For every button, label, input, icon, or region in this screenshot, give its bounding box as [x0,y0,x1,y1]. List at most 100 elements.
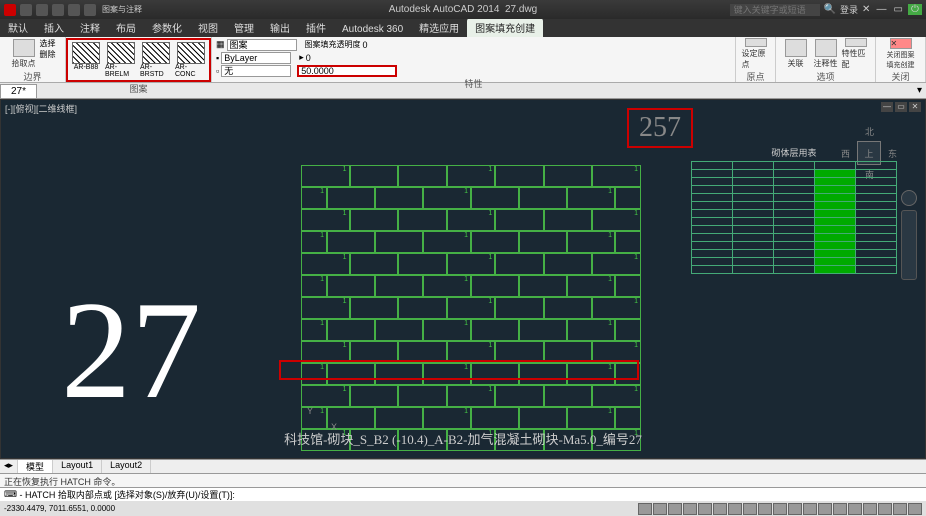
layout-tab[interactable]: 模型 [18,460,53,473]
layout-tab[interactable]: Layout1 [53,460,102,473]
grid-toggle[interactable] [653,503,667,515]
close-icon: ✕ [890,38,912,49]
viewport-window-controls: — ▭ ✕ [881,102,921,112]
panel-title-boundary: 边界 [23,70,41,84]
anno-auto-toggle[interactable] [833,503,847,515]
command-line[interactable]: ⌨ - HATCH 拾取内部点或 [选择对象(S)/放弃(U)/设置(T)]: [0,487,926,501]
ribbon-tab[interactable]: 插件 [298,18,334,37]
nav-wheel-icon[interactable] [901,190,917,206]
transparency-value: 0 [363,40,368,50]
annotative-button[interactable]: 注释性 [812,38,840,70]
pattern-type-dropdown[interactable]: 图案 [227,39,297,51]
sc-toggle[interactable] [803,503,817,515]
ducs-toggle[interactable] [728,503,742,515]
title-bar: 图案与注释 Autodesk AutoCAD 2014 27.dwg 🔍 登录 … [0,0,926,19]
maximize-button[interactable]: ▭ [891,4,905,15]
hatch-scale-input[interactable]: 50.0000 [297,65,397,77]
viewport-label[interactable]: [-][俯视][二维线框] [5,102,77,115]
qat-new-icon[interactable] [20,4,32,16]
ribbon-tab[interactable]: 图案填充创建 [467,18,543,37]
panel-title-close: 关闭 [891,70,909,84]
workspace-label[interactable]: 图案与注释 [100,4,144,16]
status-bar: -2330.4479, 7011.6551, 0.0000 [0,501,926,516]
command-icon: ⌨ [4,489,17,500]
qat-open-icon[interactable] [36,4,48,16]
angle-value[interactable]: 0 [306,53,311,63]
set-origin-button[interactable]: 设定原点 [742,38,770,70]
ucs-y-label: Y [307,406,313,416]
match-props-button[interactable]: 特性匹配 [842,38,870,70]
ribbon-tab[interactable]: 精选应用 [411,18,467,37]
isolate-toggle[interactable] [893,503,907,515]
select-button[interactable]: 选择 [40,38,56,49]
app-menu-icon[interactable] [4,4,16,16]
ortho-toggle[interactable] [668,503,682,515]
ribbon: 拾取点 选择 删除 边界 AR-B88AR-BRELMAR-BRSTDAR-CO… [0,37,926,83]
lwt-toggle[interactable] [758,503,772,515]
clean-toggle[interactable] [908,503,922,515]
otrack-toggle[interactable] [713,503,727,515]
bg-color-dropdown[interactable]: 无 [221,65,291,77]
ribbon-tab[interactable]: 输出 [262,18,298,37]
workspace-toggle[interactable] [848,503,862,515]
panel-title-pattern: 图案 [129,82,147,96]
help-search-input[interactable] [730,4,820,16]
pick-points-button[interactable]: 拾取点 [10,38,38,70]
assoc-icon [785,39,807,57]
ribbon-tab[interactable]: 视图 [190,18,226,37]
qat-redo-icon[interactable] [84,4,96,16]
exchange-icon[interactable]: ✕ [862,4,870,15]
ribbon-tab[interactable]: 布局 [108,18,144,37]
search-icon[interactable]: 🔍 [824,4,836,15]
file-tab-dropdown[interactable]: ▾ [917,85,922,96]
minimize-button[interactable]: — [874,4,888,15]
command-history: 正在恢复执行 HATCH 命令。 [0,473,926,487]
associative-button[interactable]: 关联 [782,38,810,70]
qat-undo-icon[interactable] [68,4,80,16]
close-hatch-button[interactable]: ✕ 关闭图案填充创建 [887,38,915,70]
hatch-pattern-gallery[interactable]: AR-B88AR-BRELMAR-BRSTDAR-CONC [66,38,211,82]
ribbon-tab[interactable]: Autodesk 360 [334,22,411,37]
ribbon-tab[interactable]: 插入 [36,18,72,37]
drawing-caption: 科技馆-砌块_S_B2 (-10.4)_A-B2-加气混凝土砌块-Ma5.0_编… [284,429,642,448]
qat-save-icon[interactable] [52,4,64,16]
ribbon-tab[interactable]: 默认 [0,18,36,37]
ribbon-tab[interactable]: 管理 [226,18,262,37]
close-button[interactable]: ⏻ [908,4,922,15]
polar-toggle[interactable] [683,503,697,515]
lock-toggle[interactable] [863,503,877,515]
ribbon-tab[interactable]: 参数化 [144,18,190,37]
hatch-pattern-ar-brelm[interactable]: AR-BRELM [105,42,137,78]
panel-title-options: 选项 [816,70,834,84]
qp-toggle[interactable] [788,503,802,515]
nav-bar[interactable] [901,210,917,280]
anno-vis-toggle[interactable] [818,503,832,515]
viewcube-north[interactable]: 北 [865,125,874,138]
vp-close-icon[interactable]: ✕ [909,102,921,112]
model-toggle[interactable] [773,503,787,515]
pattern-type-icon: ▦ [216,39,225,50]
hatch-color-dropdown[interactable]: ByLayer [221,52,291,64]
dyn-toggle[interactable] [743,503,757,515]
hatch-pattern-ar-brstd[interactable]: AR-BRSTD [140,42,172,78]
layout-tab[interactable]: Layout2 [102,460,151,473]
osnap-toggle[interactable] [698,503,712,515]
ribbon-tabs: 默认插入注释布局参数化视图管理输出插件Autodesk 360精选应用图案填充创… [0,19,926,37]
hardware-toggle[interactable] [878,503,892,515]
file-tab-active[interactable]: 27* [0,84,37,98]
pick-points-icon [13,39,35,57]
coordinates-readout[interactable]: -2330.4479, 7011.6551, 0.0000 [4,504,115,513]
drawing-viewport[interactable]: [-][俯视][二维线框] — ▭ ✕ 北 南 东 西 上 27 257 111… [0,99,926,459]
vp-min-icon[interactable]: — [881,102,893,112]
sign-in-button[interactable]: 登录 [840,3,858,16]
panel-options: 关联 注释性 特性匹配 选项 [776,37,876,82]
vp-max-icon[interactable]: ▭ [895,102,907,112]
window-controls: — ▭ ⏻ [874,4,922,15]
ribbon-tab[interactable]: 注释 [72,18,108,37]
snap-toggle[interactable] [638,503,652,515]
panel-origin: 设定原点 原点 [736,37,776,82]
hatch-pattern-ar-conc[interactable]: AR-CONC [175,42,207,78]
hatch-pattern-ar-b88[interactable]: AR-B88 [70,42,102,71]
match-icon [845,38,867,47]
remove-button[interactable]: 删除 [40,49,56,60]
